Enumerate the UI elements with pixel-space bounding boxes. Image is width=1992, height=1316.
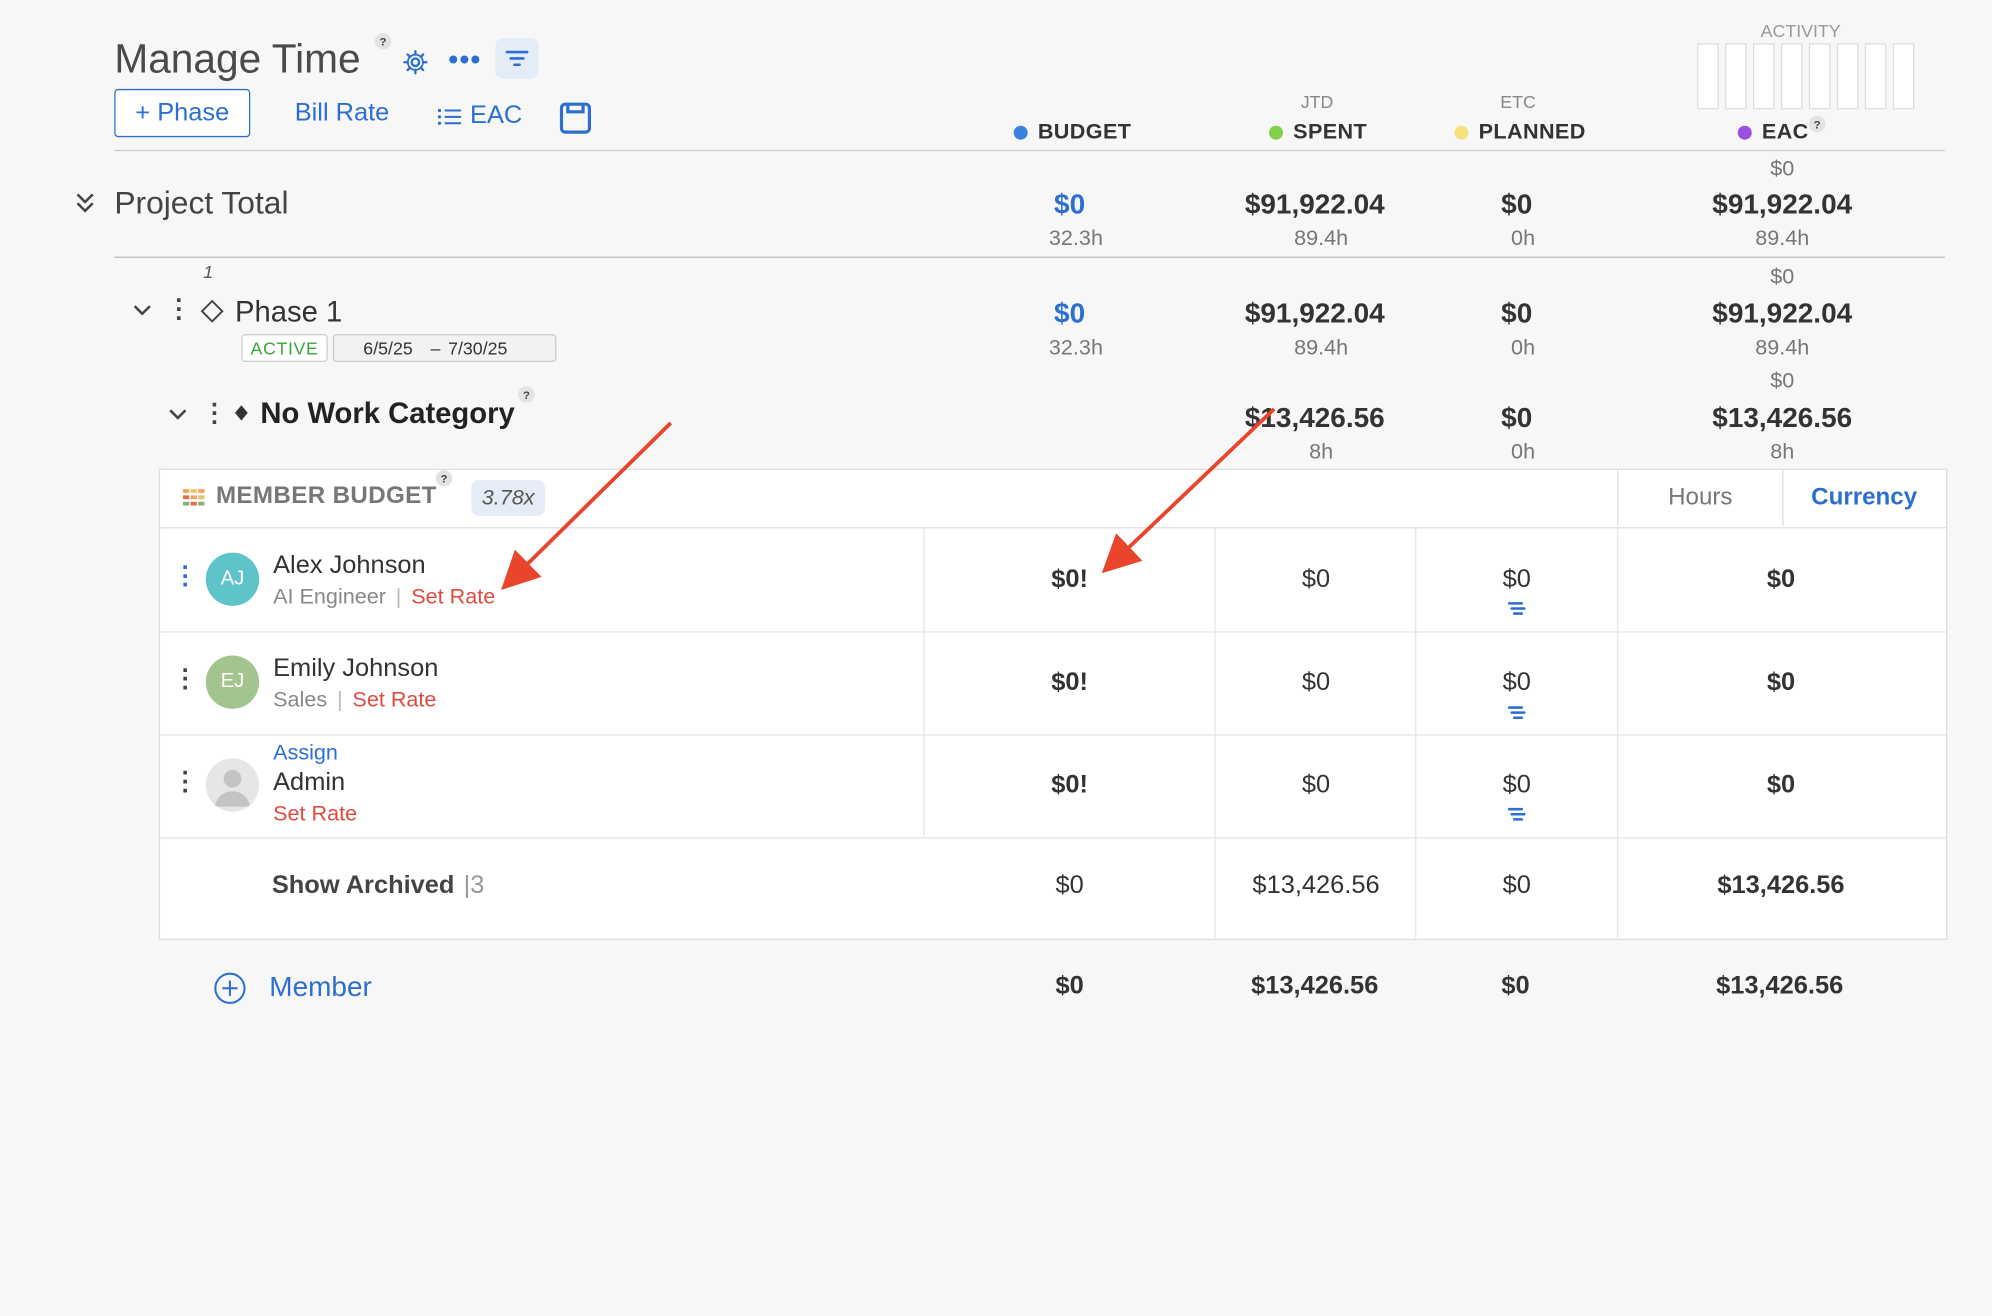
manage-time-panel: Manage Time ? ••• + Phase Bill Rate EAC … [0,0,1992,1316]
arrow-annotation [1101,407,1276,574]
arrow-annotation [501,421,673,590]
annotation-arrows [501,407,1276,590]
